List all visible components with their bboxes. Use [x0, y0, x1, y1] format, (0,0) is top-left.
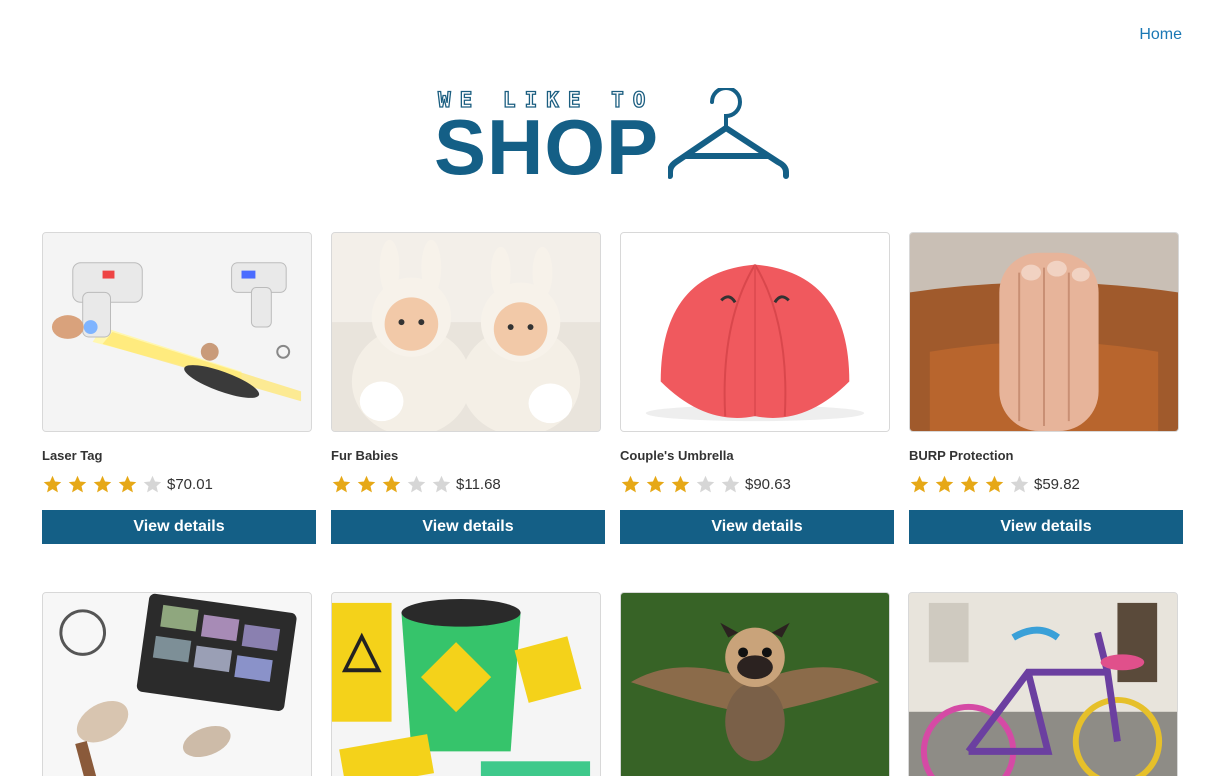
star-filled-icon — [985, 475, 1004, 492]
star-filled-icon — [332, 475, 351, 492]
star-filled-icon — [357, 475, 376, 492]
view-details-button[interactable]: View details — [909, 510, 1183, 544]
product-name[interactable]: Fur Babies — [331, 448, 605, 464]
flying-pug-image[interactable] — [619, 592, 890, 776]
product-rating: $11.68 — [331, 470, 605, 498]
star-filled-icon — [646, 475, 665, 492]
product-card — [42, 592, 316, 776]
star-filled-icon — [68, 475, 87, 492]
product-card: BURP Protection $59.82 View details — [909, 232, 1183, 544]
product-card — [330, 592, 605, 776]
star-empty-icon — [696, 475, 715, 492]
hanger-icon — [668, 88, 789, 179]
product-name[interactable]: Laser Tag — [42, 448, 316, 464]
fur-babies-image[interactable] — [331, 232, 601, 432]
product-card — [619, 592, 894, 776]
view-details-button[interactable]: View details — [620, 510, 894, 544]
product-grid: Laser Tag $70.01 View details Fur Babies… — [42, 232, 1183, 776]
product-card: Laser Tag $70.01 View details — [42, 232, 316, 544]
star-filled-icon — [960, 475, 979, 492]
star-filled-icon — [935, 475, 954, 492]
view-details-button[interactable]: View details — [42, 510, 316, 544]
star-filled-icon — [910, 475, 929, 492]
makeup-image[interactable] — [42, 592, 312, 776]
view-details-button[interactable]: View details — [331, 510, 605, 544]
product-row — [42, 592, 1182, 776]
star-empty-icon — [407, 475, 426, 492]
star-filled-icon — [118, 475, 137, 492]
home-link[interactable]: Home — [1139, 26, 1182, 43]
site-logo[interactable]: WE LIKE TO SHOP — [434, 87, 792, 186]
burp-protection-image[interactable] — [909, 232, 1179, 432]
star-empty-icon — [143, 475, 162, 492]
product-price: $59.82 — [1034, 475, 1080, 493]
product-card — [908, 592, 1182, 776]
product-price: $11.68 — [456, 475, 501, 493]
product-rating: $59.82 — [909, 470, 1183, 498]
laser-tag-image[interactable] — [42, 232, 312, 432]
star-empty-icon — [721, 475, 740, 492]
product-name[interactable]: Couple's Umbrella — [620, 448, 894, 464]
star-rating — [42, 474, 163, 495]
logo-word: SHOP — [434, 103, 660, 191]
product-rating: $70.01 — [42, 470, 316, 498]
star-filled-icon — [671, 475, 690, 492]
star-empty-icon — [432, 475, 451, 492]
product-card: Fur Babies $11.68 View details — [331, 232, 605, 544]
product-price: $90.63 — [745, 475, 791, 493]
star-rating — [909, 474, 1030, 495]
couples-umbrella-image[interactable] — [620, 232, 890, 432]
star-filled-icon — [621, 475, 640, 492]
bucket-of-doom-image[interactable] — [330, 592, 601, 776]
yarn-bike-image[interactable] — [908, 592, 1179, 776]
product-card: Couple's Umbrella $90.63 View details — [620, 232, 894, 544]
star-filled-icon — [93, 475, 112, 492]
product-row: Laser Tag $70.01 View details Fur Babies… — [42, 232, 1183, 544]
star-filled-icon — [382, 475, 401, 492]
product-rating: $90.63 — [620, 470, 894, 498]
star-rating — [620, 474, 741, 495]
star-rating — [331, 474, 452, 495]
star-empty-icon — [1010, 475, 1029, 492]
top-nav: Home — [1139, 26, 1182, 44]
product-price: $70.01 — [167, 475, 213, 493]
product-name[interactable]: BURP Protection — [909, 448, 1183, 464]
star-filled-icon — [43, 475, 62, 492]
